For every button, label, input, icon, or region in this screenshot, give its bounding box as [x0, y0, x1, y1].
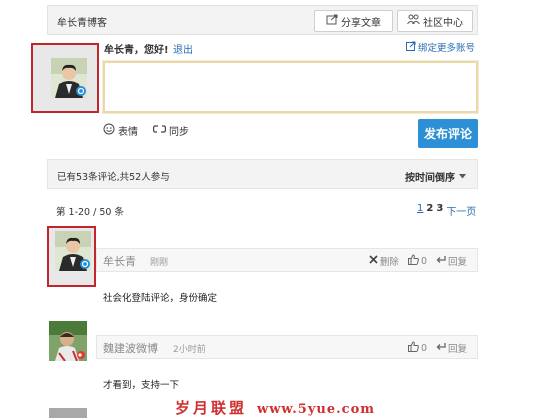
comment-time: 刚刚: [150, 258, 169, 268]
sync-icon: [152, 123, 167, 138]
comment-username[interactable]: 牟长青: [103, 253, 136, 269]
comment-text: 社会化登陆评论，身份确定: [103, 293, 218, 304]
comment-count-summary: 已有53条评论,共52人参与: [57, 172, 170, 183]
bind-accounts-label: 绑定更多账号: [418, 43, 476, 54]
avatar[interactable]: [51, 58, 87, 98]
avatar[interactable]: [49, 408, 87, 418]
like-count: 0: [420, 255, 427, 267]
reply-button[interactable]: 回复: [436, 254, 467, 268]
like-button[interactable]: 0: [407, 341, 427, 355]
smiley-icon: [103, 123, 115, 138]
like-count: 0: [420, 342, 427, 354]
sync-button[interactable]: 同步: [152, 123, 189, 138]
comment-time: 2小时前: [173, 345, 206, 355]
watermark-site-name: 岁月联盟: [175, 399, 248, 417]
share-icon: [326, 14, 338, 28]
sort-order-label: 按时间倒序: [405, 173, 455, 184]
greeting-text: 牟长青，您好!: [104, 45, 169, 56]
next-page-link[interactable]: 下一页: [446, 203, 476, 218]
page-link-2[interactable]: 2: [426, 203, 433, 218]
comment-header-bar: 牟长青 刚刚 删除 0 回复: [96, 248, 478, 272]
reply-label: 回复: [447, 344, 467, 355]
close-icon: [369, 255, 378, 267]
thumbs-up-icon: [407, 254, 419, 268]
reply-arrow-icon: [436, 342, 446, 354]
share-article-label: 分享文章: [341, 17, 381, 29]
sync-label: 同步: [169, 127, 189, 138]
comment-avatar-highlight: [47, 226, 96, 287]
bind-icon: [406, 41, 416, 54]
bind-accounts-link[interactable]: 绑定更多账号: [406, 40, 475, 54]
comment-text: 才看到，支持一下: [103, 380, 180, 391]
pagination: 1 2 3 下一页: [417, 203, 476, 218]
watermark-url: www.5yue.com: [257, 402, 375, 417]
emoji-button[interactable]: 表情: [103, 123, 138, 138]
site-watermark: 岁月联盟 www.5yue.com: [175, 397, 375, 418]
community-center-label: 社区中心: [423, 17, 463, 29]
avatar[interactable]: [49, 321, 87, 361]
emoji-label: 表情: [118, 127, 138, 138]
current-user-avatar-highlight: [31, 43, 99, 113]
publish-comment-button[interactable]: 发布评论: [418, 119, 478, 148]
comment-username[interactable]: 魏建波微博: [103, 340, 158, 356]
reply-button[interactable]: 回复: [436, 341, 467, 355]
page-link-1[interactable]: 1: [417, 203, 423, 218]
comment-stats-bar: 已有53条评论,共52人参与 按时间倒序: [47, 159, 478, 189]
community-icon: [407, 14, 420, 28]
share-article-button[interactable]: 分享文章: [314, 10, 393, 32]
caret-down-icon: [459, 171, 466, 182]
delete-comment-button[interactable]: 删除: [369, 254, 399, 268]
delete-label: 删除: [379, 257, 399, 268]
reply-arrow-icon: [436, 255, 446, 267]
avatar[interactable]: [55, 231, 91, 271]
thumbs-up-icon: [407, 341, 419, 355]
comment-input[interactable]: [102, 60, 479, 114]
blog-header-bar: 牟长青博客 分享文章 社区中心: [47, 5, 478, 35]
page-link-3[interactable]: 3: [436, 203, 443, 218]
logout-link[interactable]: 退出: [173, 41, 193, 56]
blog-name: 牟长青博客: [57, 18, 107, 29]
page-range-info: 第 1-20 / 50 条: [56, 207, 124, 218]
like-button[interactable]: 0: [407, 254, 427, 268]
community-center-button[interactable]: 社区中心: [397, 10, 473, 32]
comment-header-bar: 魏建波微博 2小时前 0 回复: [96, 335, 478, 359]
sort-order-dropdown[interactable]: 按时间倒序: [405, 169, 466, 184]
reply-label: 回复: [447, 257, 467, 268]
